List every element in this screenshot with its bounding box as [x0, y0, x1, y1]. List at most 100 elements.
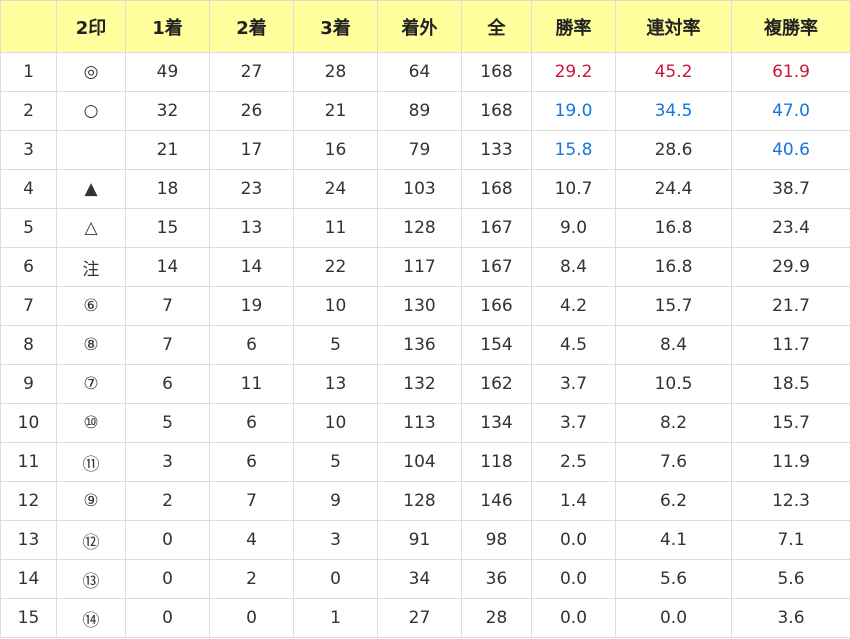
cell-top2-rate: 16.8: [615, 247, 732, 287]
header-mark: 2印: [56, 0, 126, 53]
cell-mark: ⑨: [56, 481, 126, 521]
cell-rank: 8: [0, 325, 57, 365]
cell-mark: ⑭: [56, 598, 126, 638]
cell-rank: 9: [0, 364, 57, 404]
cell-top3-rate: 11.9: [731, 442, 850, 482]
cell-second: 13: [209, 208, 294, 248]
table-row: 7 ⑥ 7 19 10 130 166 4.2 15.7 21.7: [0, 286, 850, 326]
cell-out: 89: [377, 91, 462, 131]
cell-top2-rate: 5.6: [615, 559, 732, 599]
cell-win-rate: 3.7: [531, 364, 616, 404]
table-row: 12 ⑨ 2 7 9 128 146 1.4 6.2 12.3: [0, 481, 850, 521]
cell-top3-rate: 47.0: [731, 91, 850, 131]
cell-top3-rate: 15.7: [731, 403, 850, 443]
cell-first: 5: [125, 403, 210, 443]
cell-top2-rate: 10.5: [615, 364, 732, 404]
cell-third: 1: [293, 598, 378, 638]
cell-win-rate: 1.4: [531, 481, 616, 521]
cell-third: 21: [293, 91, 378, 131]
cell-win-rate: 29.2: [531, 52, 616, 92]
cell-second: 6: [209, 325, 294, 365]
cell-mark: △: [56, 208, 126, 248]
cell-third: 16: [293, 130, 378, 170]
cell-total: 118: [461, 442, 532, 482]
cell-third: 28: [293, 52, 378, 92]
header-top3-rate: 複勝率: [731, 0, 850, 53]
cell-mark: [56, 130, 126, 170]
cell-mark: ▲: [56, 169, 126, 209]
table-row: 5 △ 15 13 11 128 167 9.0 16.8 23.4: [0, 208, 850, 248]
cell-third: 13: [293, 364, 378, 404]
cell-mark: ⑬: [56, 559, 126, 599]
cell-total: 167: [461, 247, 532, 287]
cell-total: 162: [461, 364, 532, 404]
cell-first: 14: [125, 247, 210, 287]
cell-total: 167: [461, 208, 532, 248]
table-row: 14 ⑬ 0 2 0 34 36 0.0 5.6 5.6: [0, 559, 850, 599]
cell-top3-rate: 38.7: [731, 169, 850, 209]
table-row: 15 ⑭ 0 0 1 27 28 0.0 0.0 3.6: [0, 598, 850, 638]
cell-rank: 4: [0, 169, 57, 209]
table-body: 1 ◎ 49 27 28 64 168 29.2 45.2 61.9 2 ○ 32 26 21 89 168 19…: [0, 52, 850, 638]
cell-out: 103: [377, 169, 462, 209]
cell-rank: 13: [0, 520, 57, 560]
cell-second: 4: [209, 520, 294, 560]
cell-first: 6: [125, 364, 210, 404]
cell-top2-rate: 34.5: [615, 91, 732, 131]
cell-rank: 15: [0, 598, 57, 638]
cell-top3-rate: 29.9: [731, 247, 850, 287]
cell-top2-rate: 28.6: [615, 130, 732, 170]
cell-top2-rate: 24.4: [615, 169, 732, 209]
cell-top2-rate: 8.2: [615, 403, 732, 443]
cell-second: 26: [209, 91, 294, 131]
cell-first: 32: [125, 91, 210, 131]
header-win-rate: 勝率: [531, 0, 616, 53]
cell-top2-rate: 15.7: [615, 286, 732, 326]
cell-total: 133: [461, 130, 532, 170]
header-third: 3着: [293, 0, 378, 53]
cell-first: 2: [125, 481, 210, 521]
cell-top2-rate: 4.1: [615, 520, 732, 560]
cell-first: 15: [125, 208, 210, 248]
cell-third: 10: [293, 286, 378, 326]
cell-top2-rate: 7.6: [615, 442, 732, 482]
cell-win-rate: 0.0: [531, 520, 616, 560]
cell-mark: ⑥: [56, 286, 126, 326]
cell-top3-rate: 40.6: [731, 130, 850, 170]
cell-out: 117: [377, 247, 462, 287]
cell-out: 34: [377, 559, 462, 599]
cell-win-rate: 19.0: [531, 91, 616, 131]
cell-top3-rate: 61.9: [731, 52, 850, 92]
header-first: 1着: [125, 0, 210, 53]
cell-win-rate: 9.0: [531, 208, 616, 248]
cell-out: 79: [377, 130, 462, 170]
header-total: 全: [461, 0, 532, 53]
cell-total: 168: [461, 169, 532, 209]
cell-total: 36: [461, 559, 532, 599]
cell-win-rate: 15.8: [531, 130, 616, 170]
cell-top3-rate: 18.5: [731, 364, 850, 404]
cell-top2-rate: 0.0: [615, 598, 732, 638]
header-second: 2着: [209, 0, 294, 53]
cell-third: 5: [293, 325, 378, 365]
cell-first: 49: [125, 52, 210, 92]
cell-second: 6: [209, 442, 294, 482]
cell-third: 9: [293, 481, 378, 521]
cell-first: 0: [125, 598, 210, 638]
cell-second: 0: [209, 598, 294, 638]
cell-win-rate: 4.5: [531, 325, 616, 365]
cell-top3-rate: 12.3: [731, 481, 850, 521]
header-rank: [0, 0, 57, 53]
table-row: 4 ▲ 18 23 24 103 168 10.7 24.4 38.7: [0, 169, 850, 209]
table-row: 11 ⑪ 3 6 5 104 118 2.5 7.6 11.9: [0, 442, 850, 482]
cell-second: 19: [209, 286, 294, 326]
cell-first: 0: [125, 559, 210, 599]
cell-second: 6: [209, 403, 294, 443]
cell-top3-rate: 7.1: [731, 520, 850, 560]
table-row: 13 ⑫ 0 4 3 91 98 0.0 4.1 7.1: [0, 520, 850, 560]
cell-win-rate: 10.7: [531, 169, 616, 209]
cell-top2-rate: 16.8: [615, 208, 732, 248]
table-row: 2 ○ 32 26 21 89 168 19.0 34.5 47.0: [0, 91, 850, 131]
cell-out: 104: [377, 442, 462, 482]
cell-out: 27: [377, 598, 462, 638]
